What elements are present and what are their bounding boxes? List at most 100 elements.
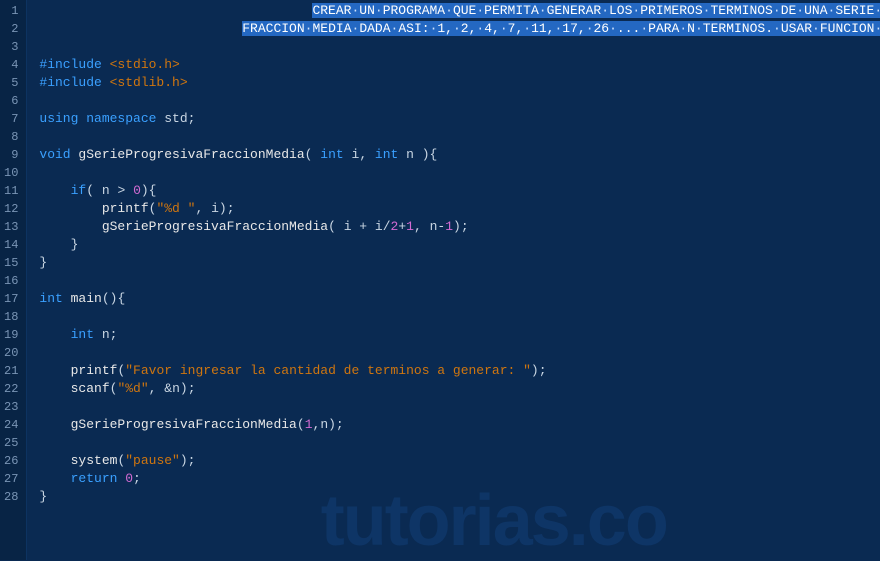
code-line[interactable]: scanf("%d", &n); xyxy=(39,380,880,398)
code-token: ( xyxy=(297,417,305,432)
code-line[interactable]: if( n > 0){ xyxy=(39,182,880,200)
code-token: ; xyxy=(110,327,118,342)
code-line[interactable] xyxy=(39,434,880,452)
code-token: , xyxy=(414,219,430,234)
code-line[interactable]: printf("Favor ingresar la cantidad de te… xyxy=(39,362,880,380)
code-token: namespace xyxy=(86,111,164,126)
code-token: i xyxy=(211,201,219,216)
code-line[interactable]: int n; xyxy=(39,326,880,344)
code-line[interactable]: #include <stdio.h> xyxy=(39,56,880,74)
line-number: 3 xyxy=(4,38,18,56)
line-number-gutter: 1234567891011121314151617181920212223242… xyxy=(0,0,27,560)
code-token: ( xyxy=(328,219,344,234)
code-token: , xyxy=(195,201,211,216)
code-token: } xyxy=(71,237,79,252)
code-token: , xyxy=(359,147,375,162)
code-token: ); xyxy=(453,219,469,234)
code-token: if xyxy=(71,183,87,198)
code-line[interactable]: system("pause"); xyxy=(39,452,880,470)
code-token: ); xyxy=(531,363,547,378)
code-line[interactable]: void gSerieProgresivaFraccionMedia( int … xyxy=(39,146,880,164)
line-number: 15 xyxy=(4,254,18,272)
code-token: CREAR·UN·PROGRAMA·QUE·PERMITA·GENERAR·LO… xyxy=(312,3,880,18)
line-number: 7 xyxy=(4,110,18,128)
code-token: int xyxy=(39,291,70,306)
code-line[interactable] xyxy=(39,308,880,326)
line-number: 27 xyxy=(4,470,18,488)
line-number: 4 xyxy=(4,56,18,74)
watermark-text: tutorias.co xyxy=(321,512,667,530)
line-number: 9 xyxy=(4,146,18,164)
code-line[interactable]: FRACCION·MEDIA·DADA·ASI:·1,·2,·4,·7,·11,… xyxy=(39,20,880,38)
code-token: #include xyxy=(39,75,109,90)
line-number: 21 xyxy=(4,362,18,380)
code-line[interactable] xyxy=(39,398,880,416)
code-token: "%d " xyxy=(156,201,195,216)
code-area[interactable]: tutorias.co CREAR·UN·PROGRAMA·QUE·PERMIT… xyxy=(27,0,880,560)
code-line[interactable]: return 0; xyxy=(39,470,880,488)
code-line[interactable]: gSerieProgresivaFraccionMedia(1,n); xyxy=(39,416,880,434)
line-number: 17 xyxy=(4,290,18,308)
code-line[interactable]: } xyxy=(39,236,880,254)
code-line[interactable]: } xyxy=(39,254,880,272)
code-token: i xyxy=(344,219,360,234)
line-number: 5 xyxy=(4,74,18,92)
code-token: main xyxy=(71,291,102,306)
line-number: 19 xyxy=(4,326,18,344)
code-token: ( xyxy=(305,147,321,162)
code-line[interactable]: CREAR·UN·PROGRAMA·QUE·PERMITA·GENERAR·LO… xyxy=(39,2,880,20)
code-line[interactable] xyxy=(39,38,880,56)
code-token: + xyxy=(398,219,406,234)
code-token: 1 xyxy=(406,219,414,234)
code-token: FRACCION·MEDIA·DADA·ASI:·1,·2,·4,·7,·11,… xyxy=(242,21,880,36)
line-number: 18 xyxy=(4,308,18,326)
code-line[interactable]: } xyxy=(39,488,880,506)
code-token: n xyxy=(320,417,328,432)
line-number: 25 xyxy=(4,434,18,452)
code-token: gSerieProgresivaFraccionMedia xyxy=(102,219,328,234)
line-number: 10 xyxy=(4,164,18,182)
code-line[interactable]: #include <stdlib.h> xyxy=(39,74,880,92)
line-number: 2 xyxy=(4,20,18,38)
code-token: ; xyxy=(188,111,196,126)
code-line[interactable] xyxy=(39,272,880,290)
code-line[interactable]: printf("%d ", i); xyxy=(39,200,880,218)
code-token: > xyxy=(117,183,133,198)
code-token: ); xyxy=(180,381,196,396)
code-token: gSerieProgresivaFraccionMedia xyxy=(78,147,304,162)
code-token: std xyxy=(164,111,187,126)
code-line[interactable]: int main(){ xyxy=(39,290,880,308)
code-token: printf xyxy=(102,201,149,216)
code-token: 1 xyxy=(305,417,313,432)
code-line[interactable] xyxy=(39,344,880,362)
code-token: ); xyxy=(328,417,344,432)
code-token: gSerieProgresivaFraccionMedia xyxy=(71,417,297,432)
code-line[interactable]: using namespace std; xyxy=(39,110,880,128)
line-number: 8 xyxy=(4,128,18,146)
code-token: #include xyxy=(39,57,109,72)
code-token: n xyxy=(102,327,110,342)
code-token: 0 xyxy=(133,183,141,198)
line-number: 20 xyxy=(4,344,18,362)
code-token: "%d" xyxy=(117,381,148,396)
code-token: n xyxy=(102,183,118,198)
code-token: using xyxy=(39,111,86,126)
code-token: i xyxy=(375,219,383,234)
code-token: scanf xyxy=(71,381,110,396)
code-token: , xyxy=(149,381,165,396)
line-number: 16 xyxy=(4,272,18,290)
code-token: ){ xyxy=(422,147,438,162)
line-number: 26 xyxy=(4,452,18,470)
code-token: 0 xyxy=(125,471,133,486)
code-line[interactable] xyxy=(39,92,880,110)
code-line[interactable]: gSerieProgresivaFraccionMedia( i + i/2+1… xyxy=(39,218,880,236)
code-line[interactable] xyxy=(39,164,880,182)
code-token: void xyxy=(39,147,78,162)
code-token: n xyxy=(172,381,180,396)
code-token: system xyxy=(71,453,118,468)
code-token: int xyxy=(71,327,102,342)
code-token: <stdlib.h> xyxy=(110,75,188,90)
code-token: ){ xyxy=(141,183,157,198)
code-line[interactable] xyxy=(39,128,880,146)
code-editor[interactable]: 1234567891011121314151617181920212223242… xyxy=(0,0,880,560)
